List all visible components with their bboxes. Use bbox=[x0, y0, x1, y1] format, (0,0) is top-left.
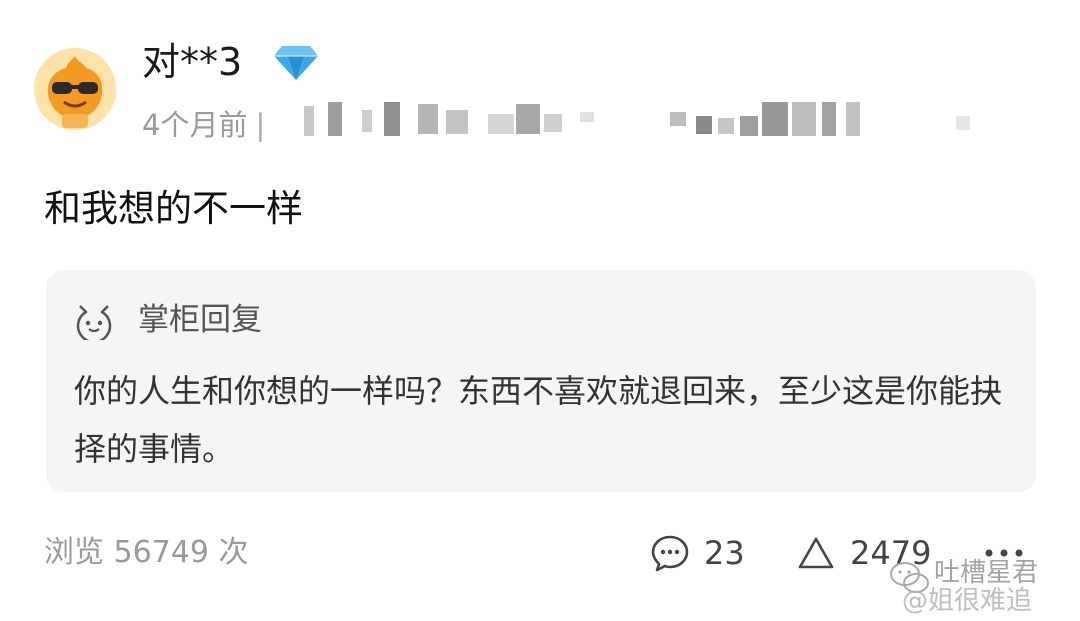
obscured-product-info bbox=[300, 100, 980, 144]
smiley-icon bbox=[76, 305, 112, 340]
reply-text: 你的人生和你想的一样吗？东西不喜欢就退回来，至少这是你能抉择的事情。 bbox=[74, 372, 1003, 468]
watermark-handle: @姐很难追 bbox=[902, 586, 1033, 616]
meta-separator: | bbox=[255, 108, 266, 142]
comment-count: 23 bbox=[704, 534, 745, 572]
reply-header: 掌柜回复 bbox=[74, 298, 262, 342]
username[interactable]: 对**3 bbox=[142, 36, 242, 88]
view-count: 浏览 56749 次 bbox=[44, 535, 249, 570]
avatar[interactable] bbox=[34, 48, 116, 130]
comment-bubble-icon bbox=[651, 535, 689, 572]
reply-title: 掌柜回复 bbox=[138, 302, 262, 338]
diamond-icon bbox=[274, 46, 318, 80]
watermark-account: 吐槽星君 bbox=[934, 558, 1039, 588]
comment-button[interactable]: 23 bbox=[650, 530, 745, 576]
post-time: 4个月前 bbox=[142, 108, 248, 142]
avatar-character-icon bbox=[34, 48, 116, 130]
shopkeeper-reply: 掌柜回复 你的人生和你想的一样吗？东西不喜欢就退回来，至少这是你能抉择的事情。 bbox=[46, 270, 1036, 492]
like-triangle-icon bbox=[798, 537, 834, 569]
comment-text: 和我想的不一样 bbox=[44, 187, 303, 230]
post-meta: 4个月前 | bbox=[142, 104, 271, 146]
